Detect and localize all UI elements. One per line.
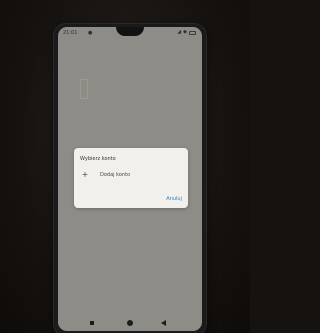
back-icon[interactable] [161, 320, 166, 326]
phone-frame: 21:01 ● ◢ ◆ Wybierz konto + Dodaj konto … [54, 24, 206, 333]
status-bar: 21:01 ● ◢ ◆ [58, 27, 202, 39]
account-picker-dialog: Wybierz konto + Dodaj konto Anuluj [74, 148, 188, 208]
background-widget [80, 79, 88, 99]
battery-icon [189, 30, 196, 35]
signal-icon: ◢ [177, 29, 182, 35]
status-time: 21:01 [63, 30, 78, 36]
recents-icon[interactable] [90, 321, 94, 325]
add-account-label: Dodaj konto [100, 172, 131, 178]
photo-scene: 21:01 ● ◢ ◆ Wybierz konto + Dodaj konto … [0, 0, 250, 333]
home-icon[interactable] [127, 320, 133, 326]
plus-icon: + [81, 170, 89, 179]
phone-screen: 21:01 ● ◢ ◆ Wybierz konto + Dodaj konto … [58, 27, 202, 331]
cancel-button[interactable]: Anuluj [166, 196, 182, 202]
wifi-icon: ◆ [183, 29, 187, 35]
add-account-option[interactable]: + Dodaj konto [80, 169, 180, 181]
camera-notch [116, 27, 144, 36]
status-icons: ◢ ◆ [177, 30, 196, 35]
notification-icon: ● [88, 30, 93, 36]
dialog-title: Wybierz konto [80, 156, 116, 162]
navigation-bar [58, 315, 202, 331]
